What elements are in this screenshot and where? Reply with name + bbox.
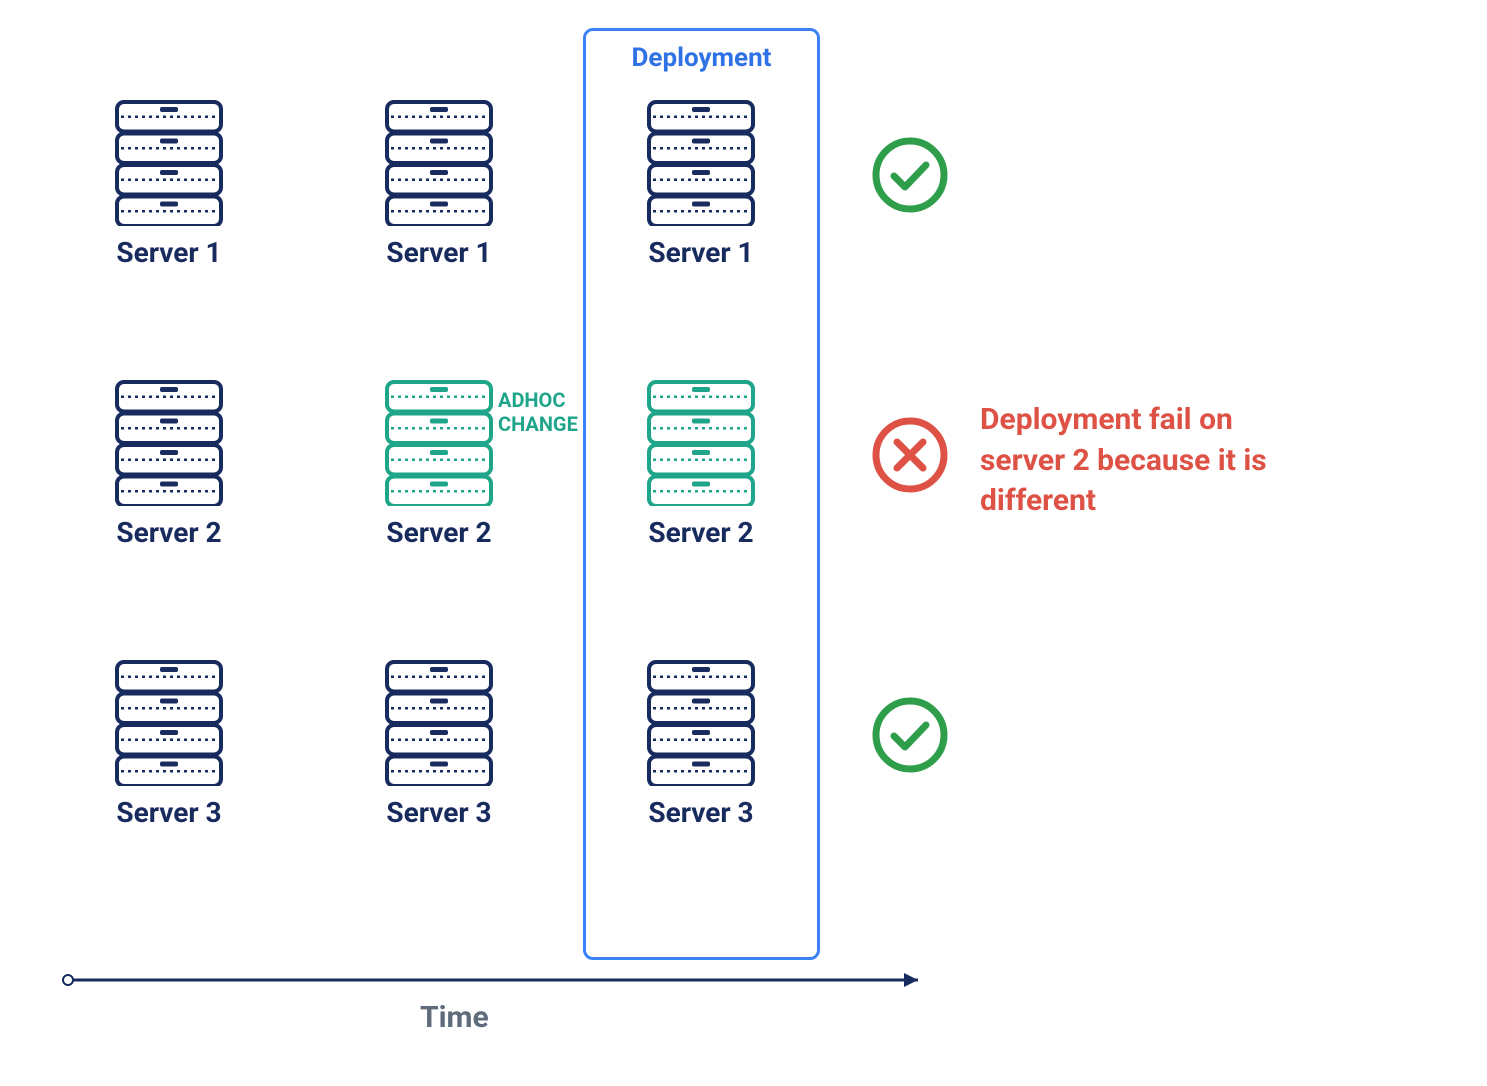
- server-label: Server 1: [116, 236, 221, 269]
- server-label: Server 3: [116, 796, 221, 829]
- server-label: Server 2: [648, 516, 753, 549]
- server-label: Server 2: [116, 516, 221, 549]
- time-axis-arrow: [60, 965, 940, 995]
- adhoc-change-label: ADHOC CHANGE: [498, 388, 578, 436]
- status-fail-icon: [870, 415, 950, 495]
- server-cell-r2-c2: Server 2: [385, 380, 493, 549]
- status-success-icon: [870, 135, 950, 215]
- server-cell-r3-c3: Server 3: [647, 660, 755, 829]
- server-label: Server 2: [386, 516, 491, 549]
- server-label: Server 3: [648, 796, 753, 829]
- time-axis-label: Time: [420, 1000, 489, 1035]
- deployment-label: Deployment: [586, 43, 817, 73]
- diagram-canvas: Deployment Server 1 Server 1 Server 1 Se…: [0, 0, 1487, 1086]
- server-cell-r1-c1: Server 1: [115, 100, 223, 269]
- status-success-icon: [870, 695, 950, 775]
- server-cell-r1-c2: Server 1: [385, 100, 493, 269]
- server-cell-r3-c2: Server 3: [385, 660, 493, 829]
- fail-message: Deployment fail on server 2 because it i…: [980, 400, 1320, 522]
- server-cell-r3-c1: Server 3: [115, 660, 223, 829]
- server-cell-r2-c1: Server 2: [115, 380, 223, 549]
- server-cell-r2-c3: Server 2: [647, 380, 755, 549]
- server-label: Server 3: [386, 796, 491, 829]
- server-cell-r1-c3: Server 1: [647, 100, 755, 269]
- server-label: Server 1: [648, 236, 753, 269]
- server-label: Server 1: [386, 236, 491, 269]
